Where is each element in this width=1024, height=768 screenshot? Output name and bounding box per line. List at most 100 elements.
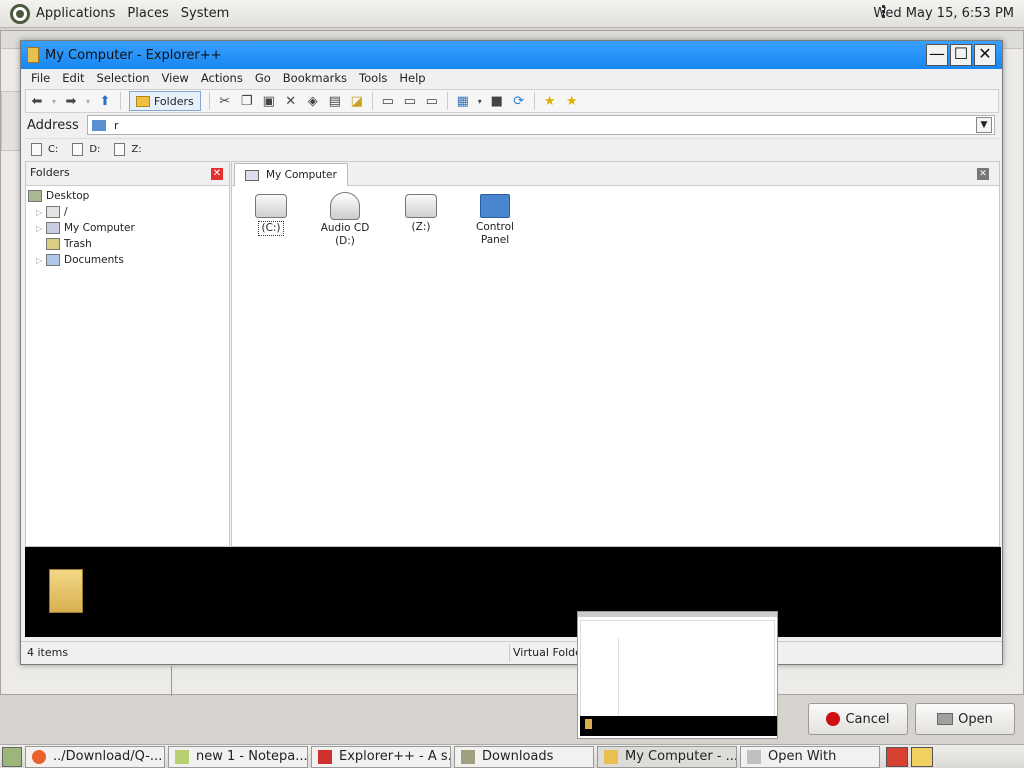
new-folder-icon[interactable]: ▭ (421, 91, 443, 111)
tray-app-icon[interactable] (886, 746, 908, 767)
show-desktop-icon[interactable] (2, 746, 22, 767)
address-input[interactable]: r ▼ (87, 115, 995, 135)
menu-file[interactable]: File (25, 71, 56, 89)
task-my-computer[interactable]: My Computer - ... (597, 745, 737, 768)
desktop-icon (28, 190, 42, 202)
item-drive-c[interactable]: (C:) (236, 190, 306, 236)
minimize-button[interactable]: — (926, 44, 948, 66)
bookmark-this-tab-icon[interactable]: ★ (539, 91, 561, 111)
back-dropdown-icon[interactable]: ▾ (48, 91, 60, 111)
folder-icon (92, 119, 106, 131)
address-label: Address (27, 117, 79, 133)
clock[interactable]: Wed May 15, 6:53 PM (873, 6, 1014, 21)
menu-places[interactable]: Places (127, 6, 180, 21)
taskbar: ../Download/Q-... new 1 - Notepa... Expl… (0, 744, 1024, 768)
tree-item-desktop[interactable]: Desktop (28, 190, 89, 202)
drive-button-d[interactable]: D: (72, 143, 100, 156)
app-icon (27, 47, 39, 63)
documents-icon (46, 254, 60, 266)
up-icon[interactable]: ⬆ (94, 91, 116, 111)
tab-my-computer[interactable]: My Computer (234, 163, 348, 186)
item-label: Control (476, 221, 514, 233)
expand-icon[interactable]: ▷ (36, 224, 44, 233)
computer-icon (46, 222, 60, 234)
cancel-icon (826, 712, 841, 726)
tray-explorer-icon[interactable] (911, 746, 933, 767)
folder-icon (49, 569, 83, 613)
task-notepad[interactable]: new 1 - Notepa... (168, 745, 308, 768)
menu-selection[interactable]: Selection (91, 71, 156, 89)
menu-bookmarks[interactable]: Bookmarks (277, 71, 353, 89)
drive-button-z[interactable]: Z: (114, 143, 142, 156)
menu-view[interactable]: View (156, 71, 195, 89)
cancel-button[interactable]: Cancel (808, 703, 908, 735)
tree-item-my-computer[interactable]: ▷ My Computer (36, 222, 135, 234)
organize-bookmarks-icon[interactable]: ★ (561, 91, 583, 111)
properties-icon[interactable]: ▤ (324, 91, 346, 111)
address-bar: Address r ▼ (25, 114, 999, 136)
menu-actions[interactable]: Actions (195, 71, 249, 89)
item-audio-cd-d[interactable]: Audio CD (D:) (310, 190, 380, 248)
distro-logo-icon[interactable] (10, 3, 30, 24)
search-icon[interactable]: ◪ (346, 91, 368, 111)
paste-icon[interactable]: ▣ (258, 91, 280, 111)
open-button[interactable]: Open (915, 703, 1015, 735)
item-control-panel[interactable]: Control Panel (460, 190, 530, 247)
delete-icon[interactable]: ✕ (280, 91, 302, 111)
copy-to-folder-icon[interactable]: ▭ (377, 91, 399, 111)
move-to-folder-icon[interactable]: ▭ (399, 91, 421, 111)
menu-go[interactable]: Go (249, 71, 277, 89)
command-prompt-icon[interactable]: ■ (486, 91, 508, 111)
tab-strip: My Computer ✕ (232, 162, 999, 186)
top-panel: Applications Places System Wed May 15, 6… (0, 0, 1024, 28)
folders-pane-header: Folders ✕ (26, 162, 229, 186)
background-window-edge (1, 91, 21, 151)
item-drive-z[interactable]: (Z:) (386, 190, 456, 234)
folders-pane: Folders ✕ Desktop ▷ / ▷ My Computer Tras… (25, 161, 230, 547)
task-label: Explorer++ - A s... (339, 749, 451, 764)
delete-permanently-icon[interactable]: ◈ (302, 91, 324, 111)
cut-icon[interactable]: ✂ (214, 91, 236, 111)
views-dropdown-icon[interactable]: ▾ (474, 91, 486, 111)
tree-item-documents[interactable]: ▷ Documents (36, 254, 124, 266)
task-explorer-browser[interactable]: Explorer++ - A s... (311, 745, 451, 768)
task-firefox[interactable]: ../Download/Q-... (25, 745, 165, 768)
tree-item-root[interactable]: ▷ / (36, 206, 68, 218)
toolbar-separator (446, 92, 448, 110)
toolbar-separator (533, 92, 535, 110)
tree-item-trash[interactable]: Trash (36, 238, 92, 250)
window-thumbnail-preview[interactable] (577, 611, 778, 739)
close-icon[interactable]: ✕ (211, 168, 223, 180)
drive-icon (72, 143, 84, 156)
close-button[interactable]: ✕ (974, 44, 996, 66)
address-dropdown-icon[interactable]: ▼ (976, 117, 992, 133)
close-tab-icon[interactable]: ✕ (977, 168, 989, 180)
refresh-icon[interactable]: ⟳ (508, 91, 530, 111)
forward-icon[interactable]: ➡ (60, 91, 82, 111)
task-downloads[interactable]: Downloads (454, 745, 594, 768)
task-open-with[interactable]: Open With (740, 745, 880, 768)
drive-button-c[interactable]: C: (31, 143, 58, 156)
menu-system[interactable]: System (181, 6, 241, 21)
expand-icon[interactable]: ▷ (36, 256, 44, 265)
file-list-pane: My Computer ✕ (C:) Audio CD (D:) (Z:) Co… (231, 161, 1000, 547)
item-label: (C:) (258, 221, 284, 236)
thumbnail-divider (618, 638, 619, 716)
views-icon[interactable]: ▦ (452, 91, 474, 111)
window-titlebar[interactable]: My Computer - Explorer++ — ☐ ✕ (21, 41, 1002, 69)
menu-applications[interactable]: Applications (36, 6, 127, 21)
dialog-icon (747, 749, 761, 764)
thumbnail-preview-band (580, 716, 777, 736)
toolbar: ⬅ ▾ ➡ ▾ ⬆ Folders ✂ ❐ ▣ ✕ ◈ ▤ ◪ ▭ ▭ ▭ ▦ … (25, 89, 999, 113)
forward-dropdown-icon[interactable]: ▾ (82, 91, 94, 111)
back-icon[interactable]: ⬅ (26, 91, 48, 111)
expand-icon[interactable]: ▷ (36, 208, 44, 217)
menu-help[interactable]: Help (393, 71, 431, 89)
menu-tools[interactable]: Tools (353, 71, 393, 89)
folders-toggle-button[interactable]: Folders (129, 91, 201, 111)
tree-item-label: Documents (64, 254, 124, 266)
maximize-button[interactable]: ☐ (950, 44, 972, 66)
copy-icon[interactable]: ❐ (236, 91, 258, 111)
menu-edit[interactable]: Edit (56, 71, 90, 89)
open-label: Open (958, 711, 993, 727)
